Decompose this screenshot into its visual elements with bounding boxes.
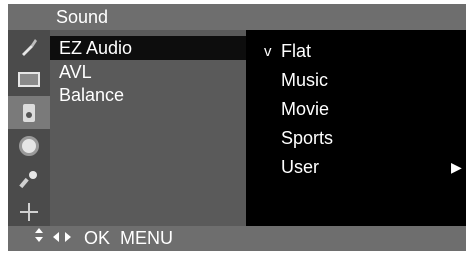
submenu-item-flat[interactable]: v Flat bbox=[246, 37, 466, 66]
submenu-item-label: User bbox=[281, 157, 320, 177]
submenu-arrow-right-icon: ▶ bbox=[451, 159, 462, 175]
position-icon[interactable] bbox=[8, 195, 50, 228]
submenu-item-sports[interactable]: Sports bbox=[246, 124, 466, 153]
selected-check-icon: v bbox=[264, 43, 272, 60]
main-menu-panel: EZ Audio AVL Balance bbox=[50, 30, 246, 226]
submenu-item-label: Movie bbox=[281, 99, 330, 119]
menu-item-ez-audio[interactable]: EZ Audio bbox=[50, 36, 246, 60]
ok-hint: OK bbox=[84, 228, 111, 248]
navigation-hint-bar: OK MENU bbox=[8, 226, 466, 251]
osd-menu: Sound EZ Audio AVL Balance v Flat Music … bbox=[0, 0, 470, 255]
menu-item-avl[interactable]: AVL bbox=[50, 60, 246, 84]
submenu-item-label: Flat bbox=[281, 41, 312, 61]
sound-icon[interactable] bbox=[8, 96, 50, 129]
submenu-item-movie[interactable]: Movie bbox=[246, 95, 466, 124]
left-right-arrows-icon bbox=[52, 226, 72, 251]
picture-settings-icon[interactable] bbox=[8, 30, 50, 63]
submenu-item-label: Sports bbox=[281, 128, 334, 148]
up-down-arrows-icon bbox=[34, 226, 44, 251]
screen-icon[interactable] bbox=[8, 63, 50, 96]
menu-title: Sound bbox=[8, 4, 466, 30]
menu-hint: MENU bbox=[120, 228, 173, 248]
category-icon-column bbox=[8, 30, 50, 226]
submenu-item-user[interactable]: User ▶ bbox=[246, 153, 466, 182]
special-icon[interactable] bbox=[8, 162, 50, 195]
submenu-item-music[interactable]: Music bbox=[246, 66, 466, 95]
time-icon[interactable] bbox=[8, 129, 50, 162]
menu-item-balance[interactable]: Balance bbox=[50, 83, 246, 107]
submenu-item-label: Music bbox=[281, 70, 329, 90]
submenu-panel: v Flat Music Movie Sports User ▶ bbox=[246, 30, 466, 226]
